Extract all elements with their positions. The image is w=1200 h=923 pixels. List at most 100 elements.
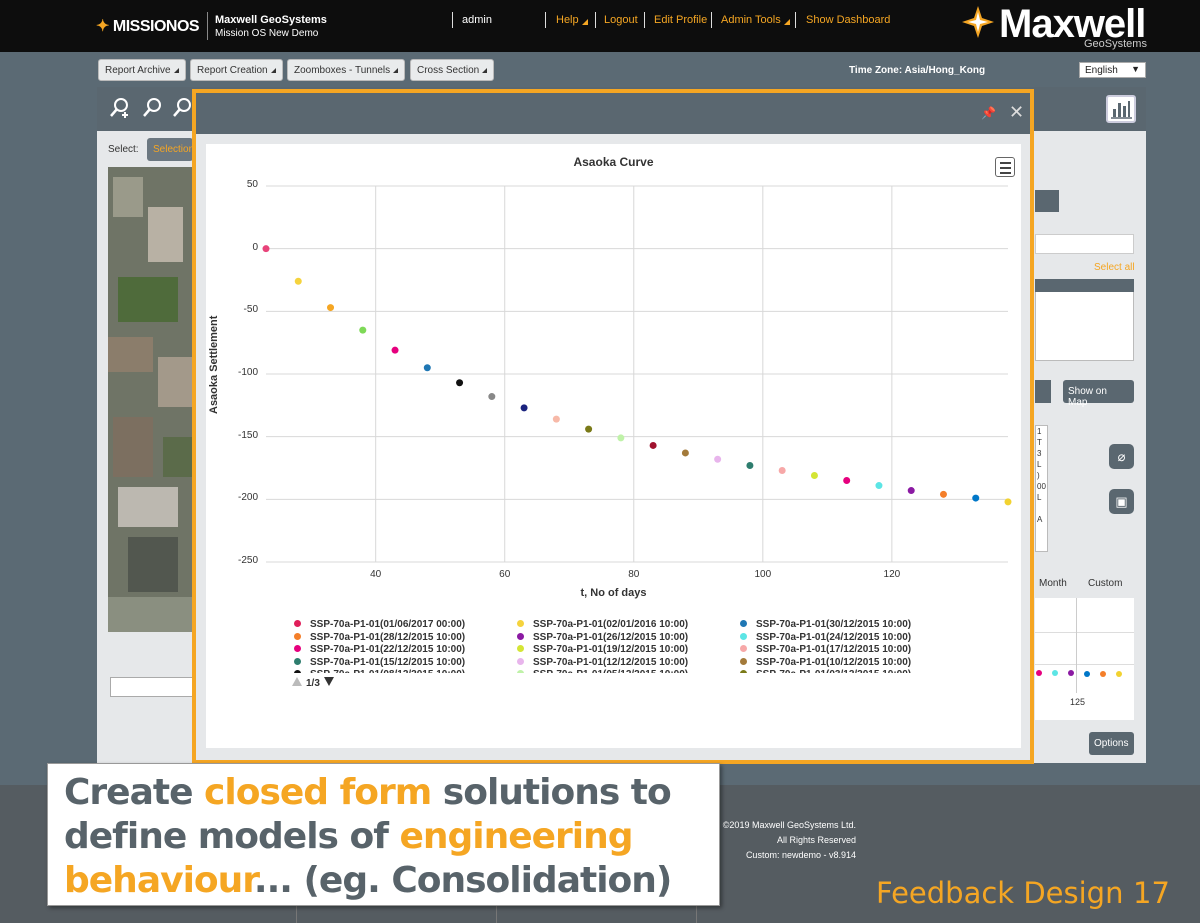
data-point[interactable] [391,346,399,354]
data-point[interactable] [294,277,302,285]
page-down-icon[interactable] [323,677,334,686]
nav-edit-profile[interactable]: Edit Profile [654,14,707,26]
mini-data-point [1036,670,1042,676]
legend-item[interactable]: SSP-70a-P1-01(30/12/2015 10:00) [740,619,911,630]
search-input[interactable] [110,677,196,697]
nav-help[interactable]: Help [556,14,588,26]
bar-chart-icon [1111,101,1132,119]
menu-report-creation[interactable]: Report Creation [190,59,283,81]
data-point[interactable] [585,425,593,433]
nav-admin-tools[interactable]: Admin Tools [721,14,790,26]
data-point[interactable] [875,482,883,490]
menu-cross-section[interactable]: Cross Section [410,59,495,81]
legend-item[interactable]: SSP-70a-P1-01(10/12/2015 10:00) [740,657,911,668]
show-on-map-button[interactable]: Show on Map [1063,380,1134,408]
data-point[interactable] [423,364,431,372]
x-tick-label: 60 [499,569,511,580]
legend-item[interactable]: SSP-70a-P1-01(15/12/2015 10:00) [294,657,465,668]
attach-icon[interactable]: ⌀ [1109,444,1134,469]
camera-icon[interactable]: ▣ [1109,489,1134,514]
menu-report-archive[interactable]: Report Archive [98,59,186,81]
missionos-logo[interactable]: ✦ MISSIONOS [96,16,200,36]
data-point[interactable] [810,472,818,480]
dropdown-caret-icon [173,68,179,73]
legend-item[interactable]: SSP-70a-P1-01(03/12/2015 10:00) [740,669,911,673]
legend-label: SSP-70a-P1-01(17/12/2015 10:00) [756,644,912,655]
logo-text-mission: MISSION [112,18,178,35]
footer-divider [696,905,697,923]
caption-text: ... (eg. Consolidation) [253,860,672,901]
data-point[interactable] [617,434,625,442]
data-point[interactable] [746,461,754,469]
page-up-icon[interactable] [292,677,302,686]
data-point[interactable] [778,467,786,475]
language-select[interactable]: English ▼ [1079,62,1146,78]
legend-label: SSP-70a-P1-01(15/12/2015 10:00) [310,656,466,668]
legend-item[interactable]: SSP-70a-P1-01(22/12/2015 10:00) [294,644,465,655]
data-point[interactable] [488,393,496,401]
options-button[interactable]: Options [1089,732,1134,755]
logo-star-icon: ✦ [96,18,109,35]
data-point[interactable] [907,487,915,495]
data-point[interactable] [649,441,657,449]
data-point[interactable] [681,449,689,457]
tab-month[interactable]: Month [1039,578,1067,589]
legend-marker [517,670,524,673]
data-point[interactable] [939,490,947,498]
nav-show-dashboard[interactable]: Show Dashboard [806,14,890,26]
satellite-map[interactable] [108,167,194,632]
close-icon[interactable]: ✕ [1009,102,1024,123]
series-list[interactable]: 1 T 3 L ) 00 L A [1035,425,1048,552]
legend-label: SSP-70a-P1-01(01/06/2017 00:00) [310,619,466,630]
legend-marker [517,632,524,640]
zoom-in-icon[interactable] [108,96,132,126]
legend-item[interactable]: SSP-70a-P1-01(24/12/2015 10:00) [740,632,911,643]
legend-item[interactable]: SSP-70a-P1-01(02/01/2016 10:00) [517,619,688,630]
filter-dropdown[interactable] [1035,190,1059,212]
data-point[interactable] [456,379,464,387]
selection-button[interactable]: Selection [147,138,193,161]
pin-icon[interactable]: 📌 [981,106,996,120]
chevron-down-icon: ▼ [1131,64,1140,74]
nav-divider [795,12,796,28]
legend-item[interactable]: SSP-70a-P1-01(17/12/2015 10:00) [740,644,911,655]
copyright: ©2019 Maxwell GeoSystems Ltd. All Rights… [715,818,856,863]
legend-marker [294,657,301,665]
legend-item[interactable]: SSP-70a-P1-01(05/12/2015 10:00) [517,669,688,673]
dropdown-caret-icon [393,68,399,73]
tab-custom[interactable]: Custom [1088,578,1122,589]
data-point[interactable] [552,415,560,423]
nav-divider [452,12,453,28]
data-point[interactable] [972,494,980,502]
zoom-out-icon[interactable] [141,96,165,126]
data-point[interactable] [520,404,528,412]
data-point[interactable] [1004,498,1012,506]
legend-item[interactable]: SSP-70a-P1-01(12/12/2015 10:00) [517,657,688,668]
y-tick-label: -250 [237,555,258,566]
legend-item[interactable]: SSP-70a-P1-01(26/12/2015 10:00) [517,632,688,643]
legend-label: SSP-70a-P1-01(24/12/2015 10:00) [756,631,912,643]
legend-item[interactable]: SSP-70a-P1-01(19/12/2015 10:00) [517,644,688,655]
menu-zoomboxes[interactable]: Zoomboxes - Tunnels [287,59,406,81]
zoom-extent-icon[interactable] [171,96,193,126]
legend-item[interactable]: SSP-70a-P1-01(01/06/2017 00:00) [294,619,465,630]
legend-marker [740,620,747,627]
legend-pager[interactable]: 1/3 [292,677,334,689]
legend-label: SSP-70a-P1-01(05/12/2015 10:00) [533,669,688,673]
legend-marker [740,645,747,652]
timezone-label: Time Zone: Asia/Hong_Kong [849,65,986,76]
filter-input[interactable] [1035,234,1134,254]
data-point[interactable] [359,326,367,334]
mini-data-point [1068,670,1074,676]
select-all-link[interactable]: Select all [1094,262,1135,273]
data-point[interactable] [843,477,851,485]
data-point[interactable] [262,245,270,253]
legend-item[interactable]: SSP-70a-P1-01(08/12/2015 10:00) [294,669,465,673]
legend-label: SSP-70a-P1-01(03/12/2015 10:00) [756,669,911,673]
legend-item[interactable]: SSP-70a-P1-01(28/12/2015 10:00) [294,632,465,643]
map-dropdown[interactable] [1035,380,1051,403]
nav-logout[interactable]: Logout [604,14,638,26]
data-point[interactable] [327,304,335,312]
chart-toggle-button[interactable] [1106,95,1136,123]
data-point[interactable] [714,455,722,463]
